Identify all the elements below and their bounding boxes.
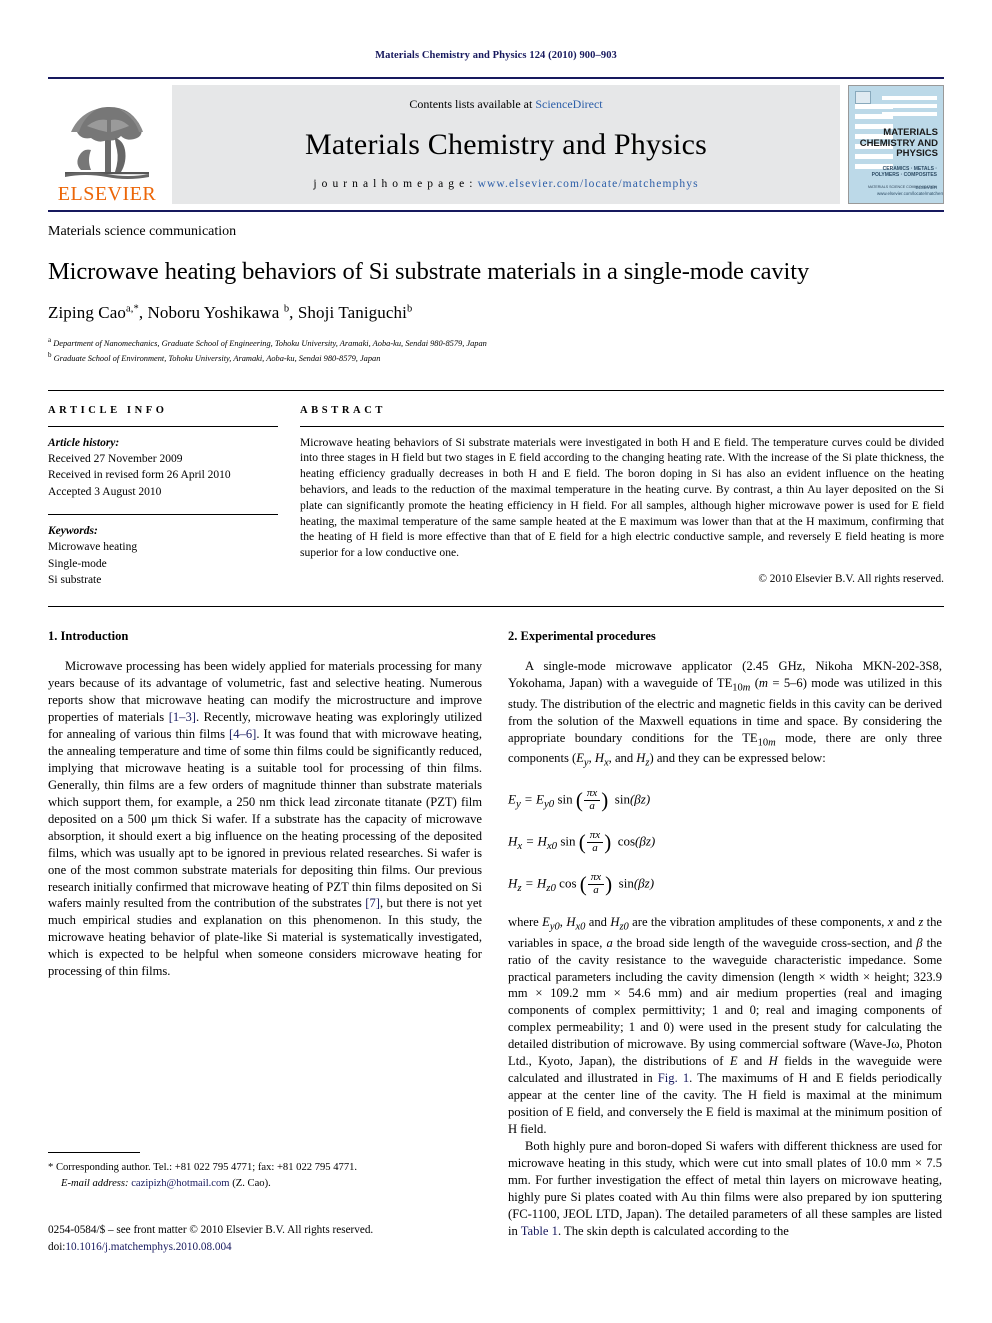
divider — [48, 514, 278, 516]
exp-text-a: where Ey0, Hx0 and Hz0 are the vibration… — [508, 915, 943, 1086]
sciencedirect-link[interactable]: ScienceDirect — [535, 97, 602, 111]
divider — [48, 425, 278, 427]
keyword-item: Microwave heating — [48, 541, 138, 554]
abstract-copyright: © 2010 Elsevier B.V. All rights reserved… — [758, 572, 944, 585]
footnote-line-2: E-mail address: cazipizh@hotmail.com (Z.… — [48, 1176, 482, 1192]
journal-title: Materials Chemistry and Physics — [305, 128, 707, 161]
info-abstract-block: ARTICLE INFO Article history: Received 2… — [48, 389, 944, 608]
right-column: 2. Experimental procedures A single-mode… — [508, 629, 942, 1237]
journal-masthead: ELSEVIER Contents lists available at Sci… — [48, 77, 944, 212]
cover-subtitle: CERAMICS · METALS · POLYMERS · COMPOSITE… — [871, 166, 937, 179]
experimental-paragraph-2: where Ey0, Hx0 and Hz0 are the vibration… — [508, 914, 942, 1138]
equation-hz: Hz = Hz0 cos (πx a) sin(βz) — [508, 871, 655, 897]
affiliation-text-a: Department of Nanomechanics, Graduate Sc… — [53, 338, 487, 348]
cover-title: MATERIALS CHEMISTRY AND PHYSICS — [859, 127, 938, 160]
keyword-item: Si substrate — [48, 574, 102, 587]
experimental-paragraph-1: A single-mode microwave applicator (2.45… — [508, 659, 942, 769]
affiliation-mark-a: a — [48, 335, 52, 344]
imprint-block: 0254-0584/$ – see front matter © 2010 El… — [48, 1222, 498, 1257]
elsevier-logo: ELSEVIER — [48, 79, 166, 210]
abstract-heading: ABSTRACT — [300, 404, 386, 416]
front-matter-line: 0254-0584/$ – see front matter © 2010 El… — [48, 1224, 374, 1236]
homepage-url[interactable]: www.elsevier.com/locate/matchemphys — [478, 178, 699, 190]
doi-line: doi:10.1016/j.matchemphys.2010.08.004 — [48, 1239, 498, 1256]
section-heading-introduction: 1. Introduction — [48, 629, 129, 644]
elsevier-tree-icon — [65, 106, 149, 179]
journal-band: Contents lists available at ScienceDirec… — [172, 85, 840, 204]
citation-ref-2[interactable]: [4–6] — [229, 727, 256, 741]
doi-link[interactable]: 10.1016/j.matchemphys.2010.08.004 — [65, 1241, 231, 1253]
article-history-label: Article history: — [48, 436, 120, 449]
footnote-text: * Corresponding author. Tel.: +81 022 79… — [48, 1160, 482, 1192]
history-item: Accepted 3 August 2010 — [48, 485, 162, 498]
paper-page: Materials Chemistry and Physics 124 (201… — [0, 0, 992, 1323]
table-reference-1[interactable]: Table 1 — [521, 1224, 558, 1238]
intro-paragraph: Microwave processing has been widely app… — [48, 658, 482, 980]
email-label: E-mail address: — [61, 1177, 129, 1189]
article-info-heading: ARTICLE INFO — [48, 404, 168, 416]
cover-imprint: ELSEVIER www.elsevier.com/locate/matchem… — [877, 184, 944, 196]
history-item: Received in revised form 26 April 2010 — [48, 469, 231, 482]
article-info-column: ARTICLE INFO Article history: Received 2… — [48, 405, 300, 589]
footnote-divider — [48, 1152, 140, 1153]
running-head: Materials Chemistry and Physics 124 (201… — [375, 50, 617, 61]
homepage-label: j o u r n a l h o m e p a g e : — [313, 178, 474, 190]
document-type-label: Materials science communication — [48, 224, 237, 239]
divider — [300, 425, 944, 427]
experimental-paragraph-3: Both highly pure and boron-doped Si wafe… — [508, 1138, 942, 1240]
affiliation-list: a Department of Nanomechanics, Graduate … — [48, 335, 944, 366]
equation-hx: Hx = Hx0 sin (πx a) cos(βz) — [508, 829, 656, 855]
journal-cover-thumbnail: MATERIALS CHEMISTRY AND PHYSICS CERAMICS… — [848, 85, 944, 204]
affiliation-text-b: Graduate School of Environment, Tohoku U… — [53, 354, 381, 364]
abstract-column: ABSTRACT Microwave heating behaviors of … — [300, 405, 944, 589]
footnote-line-1: * Corresponding author. Tel.: +81 022 79… — [48, 1160, 482, 1176]
page-title: Microwave heating behaviors of Si substr… — [48, 258, 810, 285]
citation-ref-3[interactable]: [7] — [365, 896, 380, 910]
citation-ref-1[interactable]: [1–3] — [169, 710, 196, 724]
affiliation-mark-b: b — [48, 351, 52, 360]
email-owner: (Z. Cao). — [232, 1177, 271, 1189]
left-column: 1. Introduction Microwave processing has… — [48, 629, 482, 1189]
cover-publisher-mark-icon — [855, 91, 871, 104]
author-list: Ziping Caoa,*, Noboru Yoshikawa b, Shoji… — [48, 302, 413, 322]
intro-text-c: . It was found that with microwave heati… — [48, 727, 482, 911]
affiliation-a: a Department of Nanomechanics, Graduate … — [48, 335, 944, 350]
equation-ey: Ey = Ey0 sin (πx a) sin(βz) — [508, 787, 651, 813]
elsevier-wordmark: ELSEVIER — [57, 183, 157, 205]
keyword-item: Single-mode — [48, 557, 107, 570]
affiliation-b: b Graduate School of Environment, Tohoku… — [48, 350, 944, 365]
contents-prefix: Contents lists available at — [409, 97, 536, 111]
journal-homepage-line: j o u r n a l h o m e p a g e : www.else… — [313, 178, 698, 190]
corresponding-author-footnote: * Corresponding author. Tel.: +81 022 79… — [48, 1152, 482, 1192]
abstract-text: Microwave heating behaviors of Si substr… — [300, 435, 944, 560]
history-item: Received 27 November 2009 — [48, 453, 183, 466]
doi-label: doi: — [48, 1241, 66, 1254]
email-link[interactable]: cazipizh@hotmail.com — [131, 1178, 229, 1189]
figure-reference-1[interactable]: Fig. 1 — [658, 1071, 689, 1085]
contents-available-line: Contents lists available at ScienceDirec… — [409, 97, 602, 112]
section-heading-experimental: 2. Experimental procedures — [508, 629, 656, 644]
body-columns: 1. Introduction Microwave processing has… — [48, 629, 944, 1237]
footnote-corresponding: Corresponding author. Tel.: +81 022 795 … — [53, 1162, 358, 1173]
exp-text-d: . The skin depth is calculated according… — [557, 1223, 789, 1238]
keywords-label: Keywords: — [48, 525, 98, 538]
